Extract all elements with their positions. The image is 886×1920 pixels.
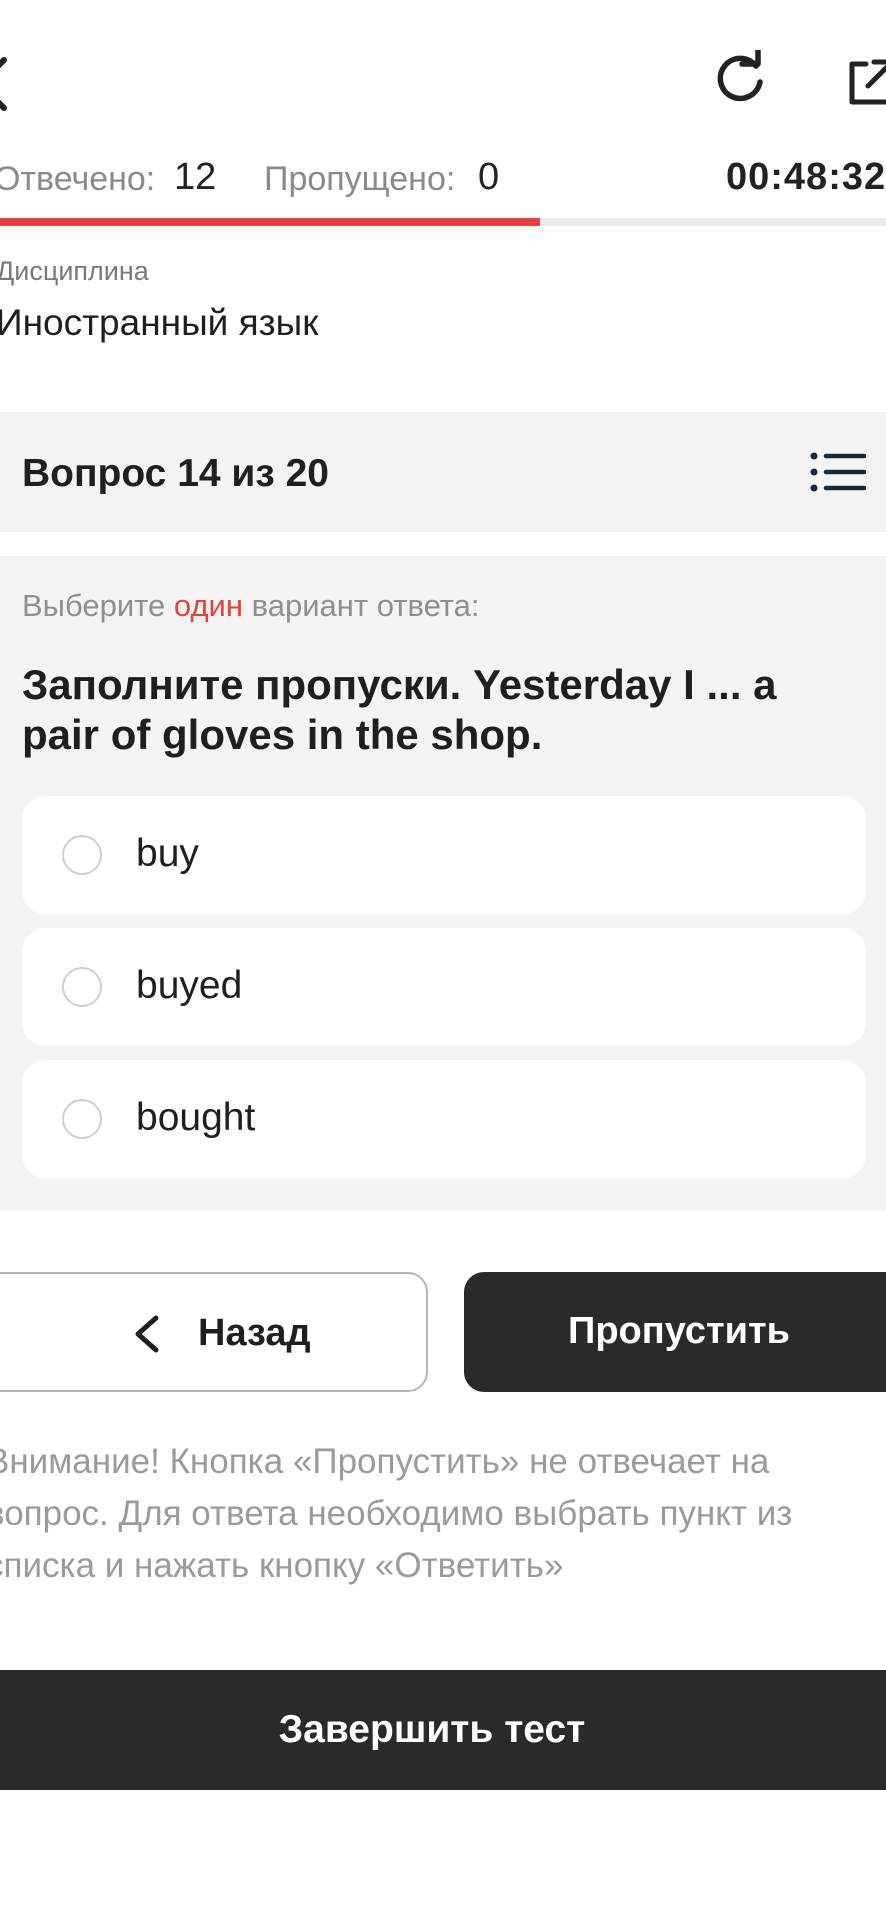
back-button[interactable]: Назад bbox=[0, 1272, 428, 1392]
warning-text: Внимание! Кнопка «Пропустить» не отвечае… bbox=[0, 1442, 793, 1585]
question-text: Заполните пропуски. Yesterday I ... a pa… bbox=[22, 661, 777, 758]
progress-bar bbox=[0, 218, 886, 226]
radio-button[interactable] bbox=[62, 835, 102, 875]
status-row: Отвечено: 12 Пропущено: 0 00:48:32 bbox=[0, 150, 886, 206]
answer-option[interactable]: buy bbox=[22, 796, 866, 914]
radio-button[interactable] bbox=[62, 1099, 102, 1139]
list-icon[interactable] bbox=[810, 450, 866, 494]
question-header: Вопрос 14 из 20 bbox=[0, 412, 886, 532]
skip-button-label: Пропустить bbox=[568, 1310, 790, 1352]
chevron-left-icon[interactable] bbox=[0, 54, 16, 114]
chevron-left-icon bbox=[135, 1315, 159, 1353]
question-counter: Вопрос 14 из 20 bbox=[22, 452, 329, 495]
skipped-count: 0 bbox=[478, 156, 500, 198]
answer-option[interactable]: bought bbox=[22, 1060, 866, 1178]
timer: 00:48:32 bbox=[726, 156, 886, 198]
instruction-before: Выберите bbox=[22, 588, 166, 623]
radio-button[interactable] bbox=[62, 967, 102, 1007]
refresh-icon[interactable] bbox=[712, 50, 768, 106]
answered-count: 12 bbox=[174, 156, 217, 198]
answer-option-label: bought bbox=[136, 1096, 256, 1139]
test-screen: Отвечено: 12 Пропущено: 0 00:48:32 Дисци… bbox=[0, 0, 886, 1920]
discipline-label: Дисциплина bbox=[0, 256, 149, 286]
question-instruction: Выберите один вариант ответа: bbox=[22, 588, 480, 624]
question-card: Выберите один вариант ответа: Заполните … bbox=[0, 556, 886, 1210]
skipped-label: Пропущено: bbox=[264, 160, 456, 198]
discipline-value: Иностранный язык bbox=[0, 302, 319, 343]
external-link-icon[interactable] bbox=[846, 58, 886, 108]
finish-test-button[interactable]: Завершить тест bbox=[0, 1670, 886, 1790]
finish-test-label: Завершить тест bbox=[278, 1708, 586, 1751]
answer-option[interactable]: buyed bbox=[22, 928, 866, 1046]
answer-option-label: buy bbox=[136, 832, 199, 875]
instruction-after: вариант ответа: bbox=[251, 588, 480, 623]
progress-bar-fill bbox=[0, 218, 541, 226]
answered-label: Отвечено: bbox=[0, 160, 156, 198]
skip-button[interactable]: Пропустить bbox=[464, 1272, 886, 1392]
instruction-accent: один bbox=[173, 588, 243, 623]
answer-option-label: buyed bbox=[136, 964, 243, 1007]
back-button-label: Назад bbox=[198, 1312, 311, 1354]
